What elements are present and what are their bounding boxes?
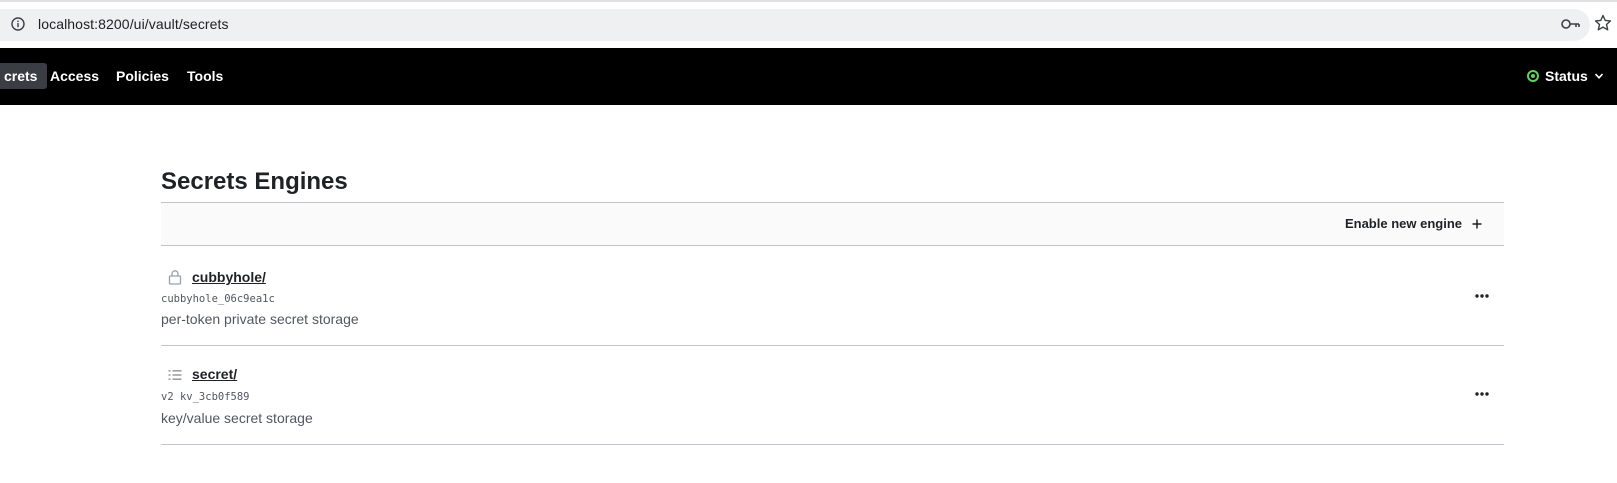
engine-row-secret: secret/ v2 kv_3cb0f589 key/value secret … xyxy=(161,346,1504,445)
page-title: Secrets Engines xyxy=(161,168,348,195)
engine-row-cubbyhole: cubbyhole/ cubbyhole_06c9ea1c per-token … xyxy=(161,247,1504,346)
status-indicator-icon xyxy=(1527,70,1539,82)
lock-icon xyxy=(168,270,182,285)
chevron-down-icon xyxy=(1594,73,1603,79)
engine-path-link[interactable]: secret/ xyxy=(192,366,237,382)
key-icon[interactable] xyxy=(1561,16,1581,32)
tab-strip xyxy=(0,0,1617,2)
address-bar[interactable]: localhost:8200/ui/vault/secrets xyxy=(0,9,1590,41)
info-icon[interactable] xyxy=(11,17,25,31)
enable-new-engine-button[interactable]: Enable new engine xyxy=(1345,216,1482,231)
engine-path-link[interactable]: cubbyhole/ xyxy=(192,269,266,285)
status-label: Status xyxy=(1545,68,1588,84)
browser-toolbar: localhost:8200/ui/vault/secrets xyxy=(0,0,1617,49)
url-text[interactable]: localhost:8200/ui/vault/secrets xyxy=(38,16,229,32)
engine-accessor: cubbyhole_06c9ea1c xyxy=(161,293,275,305)
list-icon xyxy=(168,370,182,380)
nav-item-tools[interactable]: Tools xyxy=(177,63,233,89)
engine-accessor: v2 kv_3cb0f589 xyxy=(161,391,250,403)
engine-description: key/value secret storage xyxy=(161,410,313,426)
nav-item-access[interactable]: Access xyxy=(40,63,109,89)
main-navbar: crets Access Policies Tools Status xyxy=(0,48,1617,105)
plus-icon xyxy=(1472,219,1482,228)
more-actions-icon[interactable] xyxy=(1472,384,1492,404)
status-menu[interactable]: Status xyxy=(1527,64,1604,88)
engine-description: per-token private secret storage xyxy=(161,311,359,327)
star-icon[interactable] xyxy=(1594,14,1612,32)
nav-item-policies[interactable]: Policies xyxy=(106,63,179,89)
engines-toolbar: Enable new engine xyxy=(161,202,1504,246)
enable-new-engine-label: Enable new engine xyxy=(1344,216,1462,231)
more-actions-icon[interactable] xyxy=(1472,286,1492,306)
